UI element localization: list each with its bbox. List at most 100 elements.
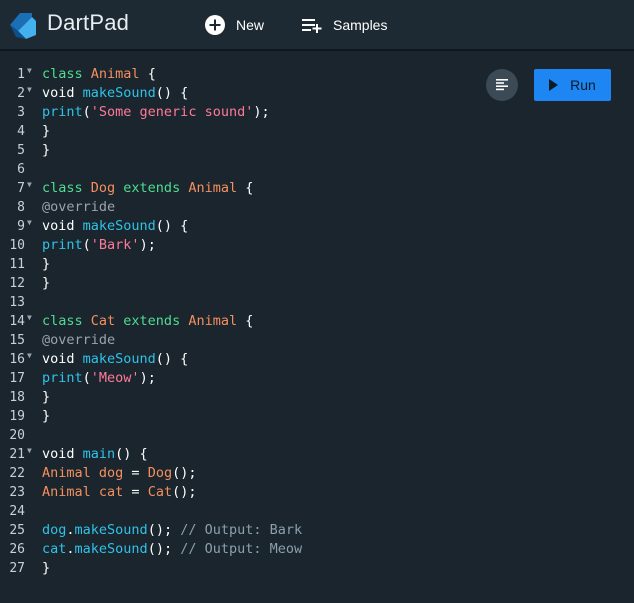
code-line[interactable]: 27} [0, 559, 634, 578]
code-text: class Dog extends Animal { [42, 179, 253, 198]
line-number: 12 [9, 276, 25, 291]
fold-arrow-icon[interactable]: ▼ [27, 179, 32, 191]
line-number: 23 [9, 485, 25, 500]
code-token: @override [42, 199, 116, 215]
code-token: void [42, 351, 83, 367]
code-editor[interactable]: 1 ▼ class Animal {2 ▼ void makeSound() {3 pri… [0, 51, 634, 603]
new-button[interactable]: New [204, 12, 264, 38]
fold-arrow-icon[interactable]: ▼ [27, 350, 32, 362]
code-token: @override [42, 332, 116, 348]
code-token: makeSound [82, 85, 156, 101]
line-number: 1 [17, 67, 25, 82]
code-line[interactable]: 5} [0, 141, 634, 160]
code-token: { [139, 66, 156, 82]
code-text: } [42, 274, 50, 293]
code-text: void makeSound() { [42, 84, 188, 103]
code-token: ); [253, 104, 270, 120]
code-token: ( [82, 237, 91, 253]
code-token: } [42, 275, 51, 291]
fold-arrow-icon[interactable]: ▼ [27, 445, 32, 457]
code-text: dog.makeSound(); // Output: Bark [42, 521, 302, 540]
code-token: extends [123, 180, 189, 196]
code-token: Animal [188, 313, 238, 329]
code-token: void [42, 218, 83, 234]
playlist-add-icon [302, 19, 322, 33]
code-token: Animal [42, 465, 99, 481]
code-token: . [66, 541, 75, 557]
code-token: = [123, 484, 148, 500]
code-token: = [123, 465, 148, 481]
code-line[interactable]: 22 Animal dog = Dog(); [0, 464, 634, 483]
line-number: 3 [17, 105, 25, 120]
code-token: { [237, 180, 254, 196]
code-token: 'Bark' [90, 237, 140, 253]
fold-arrow-icon[interactable]: ▼ [27, 312, 32, 324]
line-number: 26 [9, 542, 25, 557]
code-text: @override [42, 198, 115, 217]
code-line[interactable]: 23 Animal cat = Cat(); [0, 483, 634, 502]
samples-button[interactable]: Samples [301, 12, 387, 38]
code-line[interactable]: 26 cat.makeSound(); // Output: Meow [0, 540, 634, 559]
code-line[interactable]: 21 ▼ void main() { [0, 445, 634, 464]
code-line[interactable]: 15 @override [0, 331, 634, 350]
code-token: void [42, 85, 83, 101]
code-token: Dog [90, 180, 124, 196]
line-number: 13 [9, 295, 25, 310]
add-circle-icon [205, 15, 225, 35]
line-number: 17 [9, 371, 25, 386]
code-text: class Animal { [42, 65, 156, 84]
code-token: dog [98, 465, 124, 481]
code-token: Cat [90, 313, 124, 329]
code-text: @override [42, 331, 115, 350]
code-line[interactable]: 24 [0, 502, 634, 521]
code-token: 'Some generic sound' [90, 104, 254, 120]
run-button-label: Run [570, 77, 596, 93]
code-token: } [42, 142, 51, 158]
line-number: 25 [9, 523, 25, 538]
code-line[interactable]: 11} [0, 255, 634, 274]
code-token: cat [42, 541, 67, 557]
code-token: } [42, 123, 51, 139]
code-line[interactable]: 25 dog.makeSound(); // Output: Bark [0, 521, 634, 540]
line-number: 15 [9, 333, 25, 348]
format-button[interactable] [486, 69, 518, 101]
code-line[interactable]: 8 @override [0, 198, 634, 217]
line-number: 11 [9, 257, 25, 272]
code-line[interactable]: 19} [0, 407, 634, 426]
code-line[interactable]: 9 ▼ void makeSound() { [0, 217, 634, 236]
new-button-label: New [236, 17, 265, 33]
code-token: ); [139, 370, 156, 386]
line-number: 10 [9, 238, 25, 253]
code-token: } [42, 560, 51, 576]
line-number: 21 [9, 447, 25, 462]
code-line[interactable]: 12} [0, 274, 634, 293]
code-token: print [42, 104, 83, 120]
line-number: 9 [17, 219, 25, 234]
code-token: makeSound [74, 522, 148, 538]
code-text: cat.makeSound(); // Output: Meow [42, 540, 302, 559]
run-button[interactable]: Run [534, 69, 611, 101]
code-token: } [42, 408, 51, 424]
fold-arrow-icon[interactable]: ▼ [27, 217, 32, 229]
code-line[interactable]: 18} [0, 388, 634, 407]
code-line[interactable]: 10 print('Bark'); [0, 236, 634, 255]
play-icon [549, 79, 559, 91]
code-text: } [42, 559, 50, 578]
code-line[interactable]: 17 print('Meow'); [0, 369, 634, 388]
code-line[interactable]: 6 [0, 160, 634, 179]
code-line[interactable]: 13 [0, 293, 634, 312]
code-token: (); [172, 465, 197, 481]
code-line[interactable]: 16 ▼ void makeSound() { [0, 350, 634, 369]
dart-logo-icon [10, 13, 36, 39]
fold-arrow-icon[interactable]: ▼ [27, 84, 32, 96]
code-line[interactable]: 3 print('Some generic sound'); [0, 103, 634, 122]
code-line[interactable]: 20 [0, 426, 634, 445]
code-line[interactable]: 4} [0, 122, 634, 141]
code-line[interactable]: 7 ▼ class Dog extends Animal { [0, 179, 634, 198]
code-lines[interactable]: 1 ▼ class Animal {2 ▼ void makeSound() {3 pri… [0, 65, 634, 578]
fold-arrow-icon[interactable]: ▼ [27, 65, 32, 77]
app-title: DartPad [47, 10, 130, 35]
code-line[interactable]: 14 ▼ class Cat extends Animal { [0, 312, 634, 331]
code-text: print('Meow'); [42, 369, 156, 388]
code-text: print('Some generic sound'); [42, 103, 270, 122]
